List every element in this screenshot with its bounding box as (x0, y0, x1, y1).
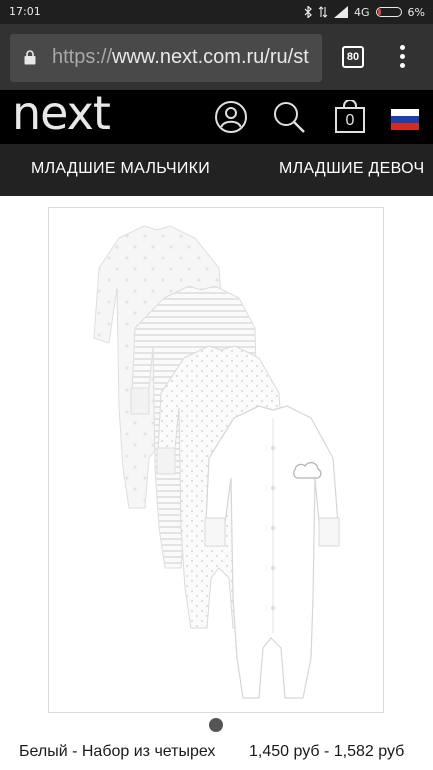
url-text: https://www.next.com.ru/ru/st (52, 46, 316, 69)
category-younger-girls[interactable]: МЛАДШИЕ ДЕВОЧ (279, 160, 424, 178)
more-menu-icon[interactable] (400, 45, 406, 72)
account-icon[interactable] (214, 100, 248, 134)
carousel-dot[interactable] (209, 718, 223, 732)
address-bar[interactable]: https://www.next.com.ru/ru/st (10, 34, 322, 82)
status-bar: 17:01 4G 6% (0, 0, 433, 24)
bluetooth-icon (304, 6, 312, 18)
battery-icon (375, 7, 402, 17)
data-transfer-icon (318, 6, 328, 18)
status-time: 17:01 (9, 5, 41, 18)
category-nav: МЛАДШИЕ МАЛЬЧИКИ МЛАДШИЕ ДЕВОЧ (0, 144, 433, 196)
browser-toolbar: https://www.next.com.ru/ru/st 80 (0, 24, 433, 90)
category-younger-boys[interactable]: МЛАДШИЕ МАЛЬЧИКИ (31, 160, 210, 178)
basket-icon[interactable]: 0 (333, 100, 367, 134)
site-header: next 0 (0, 86, 433, 144)
product-info: Белый - Набор из четырех 1,450 руб - 1,5… (0, 743, 433, 770)
tabs-icon[interactable]: 80 (342, 46, 364, 68)
site-logo[interactable]: next (12, 86, 111, 140)
sleepsuits-photo (93, 225, 340, 699)
product-price: 1,450 руб - 1,582 руб (249, 743, 405, 760)
product-image[interactable] (48, 207, 384, 713)
battery-percent: 6% (407, 5, 425, 19)
signal-icon (334, 6, 349, 18)
product-title[interactable]: Белый - Набор из четырех (19, 743, 215, 761)
tab-count: 80 (346, 51, 360, 63)
url-host: www.next.com.ru/ru/st (112, 46, 309, 68)
basket-count: 0 (345, 112, 355, 129)
network-type: 4G (354, 5, 370, 19)
lock-icon (24, 50, 36, 65)
search-icon[interactable] (272, 100, 306, 134)
russia-flag-icon[interactable] (391, 109, 419, 130)
url-protocol: https:// (52, 46, 113, 68)
